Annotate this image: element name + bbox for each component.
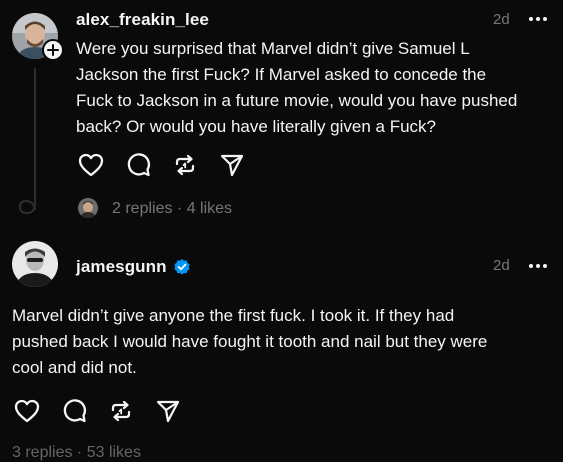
comment-icon bbox=[127, 153, 151, 177]
post-username[interactable]: alex_freakin_lee bbox=[76, 10, 209, 30]
post-text-line: Were you surprised that Marvel didn’t gi… bbox=[76, 39, 470, 58]
like-button[interactable] bbox=[76, 152, 106, 178]
share-icon bbox=[156, 400, 180, 423]
post-text-line: pushed back I would have fought it tooth… bbox=[12, 332, 488, 351]
post-header: jamesgunn bbox=[76, 257, 191, 277]
heart-icon bbox=[78, 153, 104, 177]
share-icon bbox=[220, 154, 244, 177]
follow-button[interactable] bbox=[42, 39, 64, 61]
verified-badge-icon bbox=[174, 259, 190, 275]
comment-button[interactable] bbox=[123, 152, 153, 178]
thread-curl-icon bbox=[18, 193, 36, 215]
post-text-line: Jackson the first Fuck? If Marvel asked … bbox=[76, 65, 487, 84]
post-username[interactable]: jamesgunn bbox=[76, 257, 167, 277]
repost-icon bbox=[175, 154, 195, 176]
like-button[interactable] bbox=[12, 398, 42, 424]
comment-icon bbox=[63, 399, 87, 423]
post-text-line: back? Or would you have literally given … bbox=[76, 117, 437, 136]
replier-avatar bbox=[78, 198, 98, 218]
post-text: Marvel didn’t give anyone the first fuck… bbox=[12, 303, 552, 381]
repost-icon bbox=[111, 400, 131, 422]
post-time: 2d bbox=[493, 11, 510, 28]
post-text-line: cool and did not. bbox=[12, 358, 137, 377]
repost-button[interactable] bbox=[170, 152, 200, 178]
post-time: 2d bbox=[493, 257, 510, 274]
thread-line bbox=[34, 68, 36, 194]
share-button[interactable] bbox=[217, 152, 247, 178]
heart-icon bbox=[14, 399, 40, 423]
replies-likes-count[interactable]: 3 replies · 53 likes bbox=[12, 444, 141, 462]
replies-likes-count[interactable]: 2 replies · 4 likes bbox=[112, 200, 232, 218]
more-icon[interactable] bbox=[529, 264, 547, 268]
avatar-jamesgunn[interactable] bbox=[12, 241, 58, 287]
post-actions bbox=[76, 151, 247, 179]
repost-button[interactable] bbox=[106, 398, 136, 424]
share-button[interactable] bbox=[153, 398, 183, 424]
plus-icon bbox=[47, 44, 59, 56]
post-actions bbox=[12, 397, 183, 425]
post-text: Were you surprised that Marvel didn’t gi… bbox=[76, 36, 556, 140]
more-icon[interactable] bbox=[529, 17, 547, 21]
comment-button[interactable] bbox=[59, 398, 89, 424]
post-text-line: Fuck to Jackson in a future movie, would… bbox=[76, 91, 518, 110]
post-text-line: Marvel didn’t give anyone the first fuck… bbox=[12, 306, 455, 325]
